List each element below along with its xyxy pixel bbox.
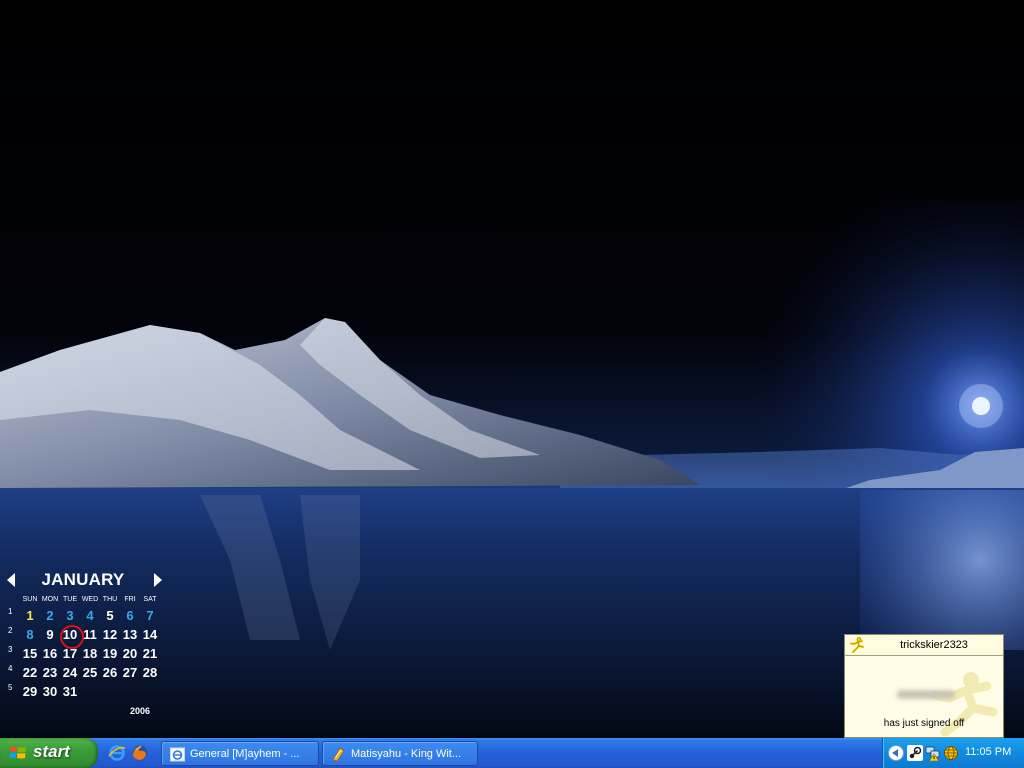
calendar-day[interactable]: 29: [20, 684, 40, 699]
calendar-day[interactable]: 30: [40, 684, 60, 699]
weekday-label: THU: [102, 596, 118, 603]
calendar-day[interactable]: 8: [20, 627, 40, 642]
aim-notification-header: trickskier2323: [845, 635, 1003, 656]
calendar-day[interactable]: 5: [100, 608, 120, 623]
calendar-day[interactable]: 20: [120, 646, 140, 661]
calendar-week-days: 15 16 17 18 19 20 21: [20, 646, 160, 665]
show-hidden-icons-button[interactable]: [888, 745, 904, 761]
windows-logo-icon: [9, 746, 26, 759]
system-clock[interactable]: 11:05 PM: [965, 746, 1011, 758]
aim-status-message: has just signed off: [883, 718, 965, 729]
calendar-week-row: 5 29 30 31: [4, 683, 168, 703]
calendar-day[interactable]: 2: [40, 608, 60, 623]
calendar-day[interactable]: 17: [60, 646, 80, 661]
calendar-day[interactable]: 28: [140, 665, 160, 680]
calendar-day[interactable]: 3: [60, 608, 80, 623]
calendar-day[interactable]: 13: [120, 627, 140, 642]
previous-month-arrow-icon[interactable]: [7, 573, 15, 587]
network-warning-icon[interactable]: [925, 745, 941, 761]
taskbar-item-label: Matisyahu - King Wit...: [351, 748, 462, 760]
aim-notification-body: has just signed off: [845, 656, 1003, 738]
aim-buddy-notification[interactable]: trickskier2323 has just signed off: [844, 634, 1004, 738]
calendar-day[interactable]: 23: [40, 665, 60, 680]
week-number: 1: [8, 607, 13, 616]
start-button[interactable]: start: [0, 738, 98, 768]
calendar-weekday-header: SUN MON TUE WED THU FRI SAT: [20, 596, 160, 603]
steam-icon[interactable]: [907, 745, 923, 761]
calendar-week-days: 1234567: [20, 608, 160, 627]
calendar-day[interactable]: 31: [60, 684, 80, 699]
calendar-day[interactable]: 18: [80, 646, 100, 661]
week-number: 5: [8, 683, 13, 692]
globe-icon[interactable]: [943, 745, 959, 761]
system-tray: 11:05 PM: [882, 738, 1024, 768]
calendar-week-row: 11234567: [4, 607, 168, 627]
calendar-day[interactable]: 26: [100, 665, 120, 680]
weekday-label: WED: [81, 596, 99, 603]
firefox-icon[interactable]: [131, 744, 149, 762]
week-number: 4: [8, 664, 13, 673]
calendar-day[interactable]: 4: [80, 608, 100, 623]
calendar-grid: 1 1 2 3 4 5 6 7 2 8 9 10 11 12 13 14 3 15 16 17 18 19 20 21 4 22 2…: [4, 607, 168, 703]
calendar-week-days: 29 30 31: [20, 684, 160, 703]
internet-explorer-icon[interactable]: [108, 744, 126, 762]
ie-window-icon: [170, 747, 185, 762]
calendar-day[interactable]: 19: [100, 646, 120, 661]
calendar-day[interactable]: 25: [80, 665, 100, 680]
calendar-day[interactable]: 21: [140, 646, 160, 661]
weekday-label: TUE: [63, 596, 77, 603]
calendar-day[interactable]: 15: [20, 646, 40, 661]
weekday-label: SUN: [22, 596, 38, 603]
calendar-day[interactable]: 6: [120, 608, 140, 623]
calendar-week-row: 2 8 9 10 11 12 13 14: [4, 625, 168, 649]
taskbar-item-general-mayhem[interactable]: General [M]ayhem - ...: [161, 741, 319, 766]
desktop-calendar-widget: JANUARY SUN MON TUE WED THU FRI SAT 1123456728…: [4, 570, 168, 720]
calendar-day[interactable]: 1: [20, 608, 40, 623]
aim-running-man-icon: [849, 637, 865, 653]
calendar-day[interactable]: 11: [80, 627, 100, 642]
calendar-week-row: 4 22 23 24 25 26 27 28: [4, 664, 168, 684]
aim-screenname: trickskier2323: [900, 639, 968, 651]
calendar-month: JANUARY: [41, 570, 125, 589]
week-number: 2: [8, 626, 13, 635]
calendar-day[interactable]: 14: [140, 627, 160, 642]
calendar-day[interactable]: 12: [100, 627, 120, 642]
taskbar: start General [M]ayhem - ... Matisyahu -…: [0, 738, 1024, 768]
calendar-day[interactable]: 9: [40, 627, 60, 642]
weekday-label: FRI: [124, 596, 136, 603]
taskbar-item-label: General [M]ayhem - ...: [190, 748, 300, 760]
calendar-week-row: 3 15 16 17 18 19 20 21: [4, 645, 168, 665]
calendar-week-days: 8 9 10 11 12 13 14: [20, 625, 160, 649]
week-number: 3: [8, 645, 13, 654]
calendar-day[interactable]: 24: [60, 665, 80, 680]
weekday-label: SAT: [143, 596, 157, 603]
start-label: start: [33, 742, 70, 761]
aim-redacted-name: [897, 690, 955, 699]
calendar-day[interactable]: 22: [20, 665, 40, 680]
calendar-day-today[interactable]: 10: [60, 625, 84, 649]
calendar-week-days: 22 23 24 25 26 27 28: [20, 665, 160, 684]
calendar-day[interactable]: 27: [120, 665, 140, 680]
weekday-label: MON: [41, 596, 59, 603]
calendar-day[interactable]: 16: [40, 646, 60, 661]
next-month-arrow-icon[interactable]: [154, 573, 162, 587]
winamp-icon: [332, 747, 345, 762]
taskbar-item-matisyahu[interactable]: Matisyahu - King Wit...: [322, 741, 478, 766]
calendar-year: 2006: [130, 706, 151, 716]
calendar-day[interactable]: 7: [140, 608, 160, 623]
